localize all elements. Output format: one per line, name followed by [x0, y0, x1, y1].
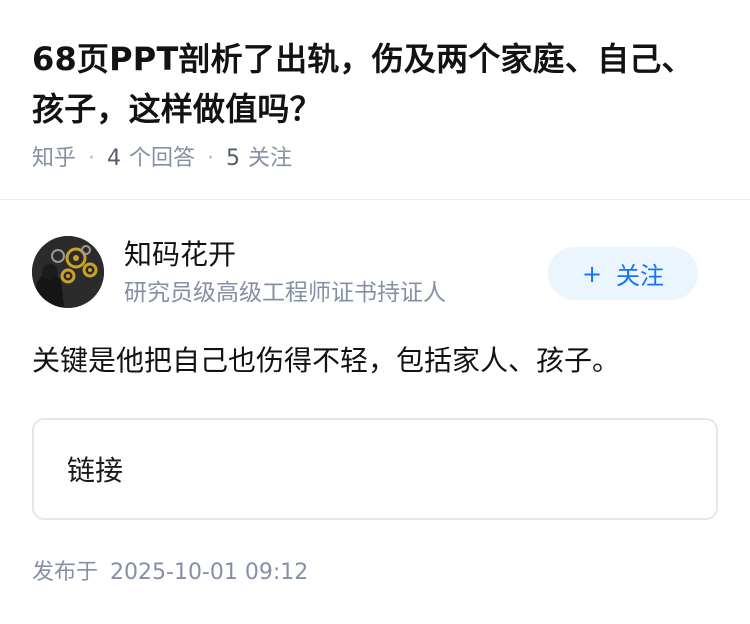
link-card[interactable]: 链接 [32, 418, 718, 520]
answer-count: 4 [107, 146, 122, 171]
link-card-label: 链接 [67, 454, 124, 487]
answer-content: 关键是他把自己也伤得不轻，包括家人、孩子。 [32, 344, 621, 377]
answer-page: 68页PPT剖析了出轨，伤及两个家庭、自己、孩子，这样做值吗？ 知乎 · 4 个… [0, 0, 750, 624]
gears-avatar-image [32, 236, 104, 308]
follow-count-label[interactable]: 关注 [248, 143, 292, 175]
follow-button[interactable]: + 关注 [548, 247, 698, 300]
question-meta: 知乎 · 4 个回答 · 5 关注 [32, 143, 292, 175]
publish-time: 2025-10-01 09:12 [110, 560, 309, 585]
section-divider [0, 199, 750, 200]
author-name[interactable]: 知码花开 [124, 236, 236, 274]
answer-count-label[interactable]: 个回答 [129, 143, 195, 175]
author-avatar[interactable] [32, 236, 104, 308]
separator-dot: · [88, 146, 96, 171]
question-title[interactable]: 68页PPT剖析了出轨，伤及两个家庭、自己、孩子，这样做值吗？ [32, 34, 712, 134]
author-bio: 研究员级高级工程师证书持证人 [124, 280, 446, 306]
publish-label: 发布于 [32, 560, 99, 585]
follow-count: 5 [226, 146, 241, 171]
plus-icon: + [581, 259, 603, 288]
follow-button-label: 关注 [616, 262, 665, 290]
source-label[interactable]: 知乎 [32, 143, 76, 175]
separator-dot: · [207, 146, 215, 171]
publish-info: 发布于 2025-10-01 09:12 [32, 557, 308, 589]
